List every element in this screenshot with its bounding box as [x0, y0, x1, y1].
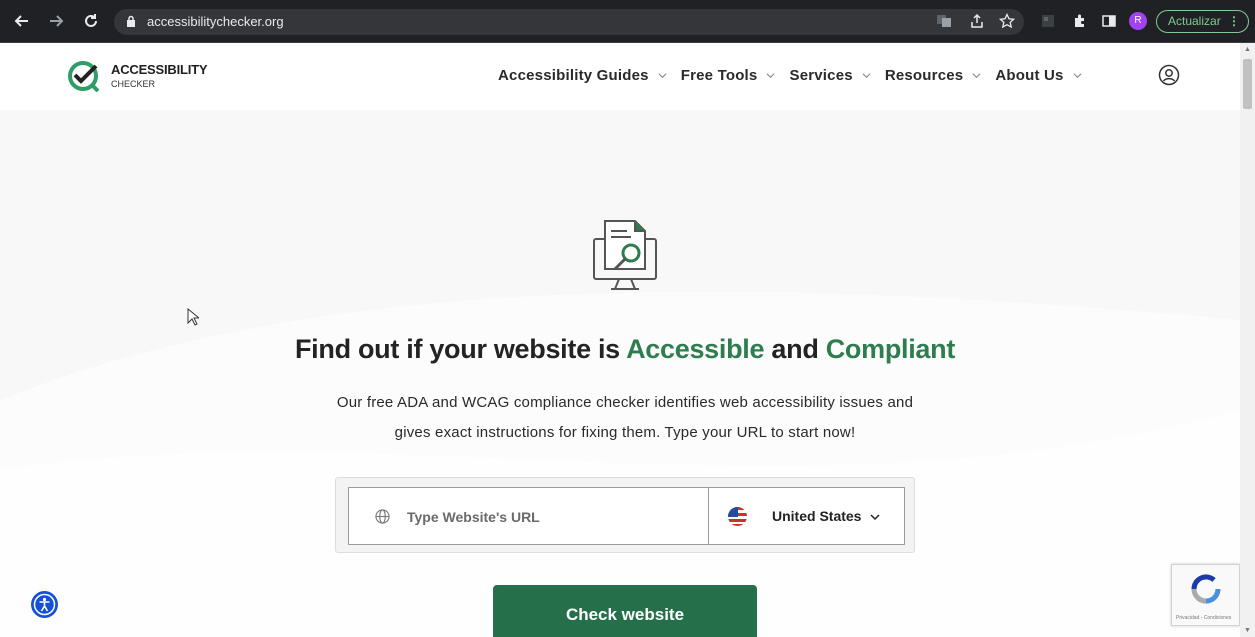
scroll-down-icon[interactable]: ▼ [1244, 627, 1251, 634]
main-nav: Accessibility Guides Free Tools Services… [498, 67, 1096, 84]
accessibility-icon [33, 593, 56, 616]
nav-label: About Us [995, 67, 1064, 84]
headline-accent: Accessible [626, 334, 765, 364]
headline-accent: Compliant [825, 334, 956, 364]
hero-description-line2: gives exact instructions for fixing them… [394, 424, 856, 441]
scrollbar-thumb[interactable] [1243, 59, 1252, 109]
url-text: accessibilitychecker.org [147, 14, 284, 29]
extension-icon[interactable] [1040, 13, 1056, 29]
site-header: ACCESSIBILITY CHECKER Accessibility Guid… [0, 43, 1240, 110]
website-url-input[interactable] [407, 506, 697, 528]
chevron-down-icon [862, 73, 871, 79]
nav-label: Services [789, 67, 853, 84]
mouse-cursor-icon [187, 308, 199, 326]
nav-label: Accessibility Guides [498, 67, 649, 84]
us-flag-icon [728, 507, 747, 526]
share-icon[interactable] [969, 13, 985, 29]
more-vert-icon: ⋮ [1228, 14, 1240, 28]
reload-icon[interactable] [82, 12, 100, 30]
logo-icon[interactable] [68, 60, 104, 92]
headline-text: and [764, 334, 826, 364]
check-website-button[interactable]: Check website [493, 585, 757, 637]
star-icon[interactable] [999, 13, 1015, 29]
address-bar[interactable]: accessibilitychecker.org [114, 9, 1024, 35]
nav-label: Free Tools [680, 67, 758, 84]
recaptcha-footer[interactable]: Privacidad - Condiciones [1176, 615, 1231, 621]
recaptcha-badge[interactable]: Privacidad - Condiciones [1171, 564, 1240, 626]
headline-text: Find out if your website is [294, 334, 627, 364]
update-button-label: Actualizar [1168, 14, 1221, 28]
page-headline: Find out if your website is Accessible a… [0, 334, 1240, 365]
nav-about-us[interactable]: About Us [995, 67, 1082, 84]
page-scrollbar[interactable]: ▲ ▼ [1240, 43, 1255, 637]
url-check-form: United States [335, 477, 915, 553]
chevron-down-icon [658, 73, 667, 79]
document-search-icon [593, 220, 657, 290]
chevron-down-icon [972, 73, 981, 79]
translate-icon[interactable] [936, 13, 952, 29]
user-icon[interactable] [1158, 64, 1180, 86]
nav-services[interactable]: Services [789, 67, 871, 84]
nav-accessibility-guides[interactable]: Accessibility Guides [498, 67, 667, 84]
url-field[interactable] [348, 487, 708, 545]
hero-description-line1: Our free ADA and WCAG compliance checker… [336, 394, 914, 411]
back-arrow-icon[interactable] [13, 12, 31, 30]
background-wave [0, 291, 1240, 637]
logo-subtext: CHECKER [111, 79, 156, 89]
country-label: United States [772, 508, 862, 524]
chevron-down-icon [1073, 73, 1082, 79]
recaptcha-icon [1191, 574, 1221, 604]
chevron-down-icon [870, 514, 880, 521]
scroll-up-icon[interactable]: ▲ [1244, 46, 1251, 53]
lock-icon [127, 15, 135, 27]
nav-free-tools[interactable]: Free Tools [681, 67, 776, 84]
forward-arrow-icon[interactable] [47, 12, 65, 30]
puzzle-icon[interactable] [1072, 13, 1088, 29]
logo-text[interactable]: ACCESSIBILITY [111, 62, 208, 77]
globe-icon [375, 509, 390, 524]
update-button[interactable]: Actualizar ⋮ [1156, 10, 1249, 33]
hero-section: Find out if your website is Accessible a… [0, 110, 1240, 637]
browser-toolbar: accessibilitychecker.org R Actualizar ⋮ [0, 0, 1255, 43]
country-select[interactable]: United States [708, 487, 905, 545]
profile-avatar[interactable]: R [1129, 12, 1147, 30]
nav-label: Resources [884, 67, 964, 84]
accessibility-widget-button[interactable] [31, 591, 58, 618]
chevron-down-icon [767, 73, 775, 79]
sidebar-icon[interactable] [1101, 13, 1117, 29]
nav-resources[interactable]: Resources [885, 67, 982, 84]
